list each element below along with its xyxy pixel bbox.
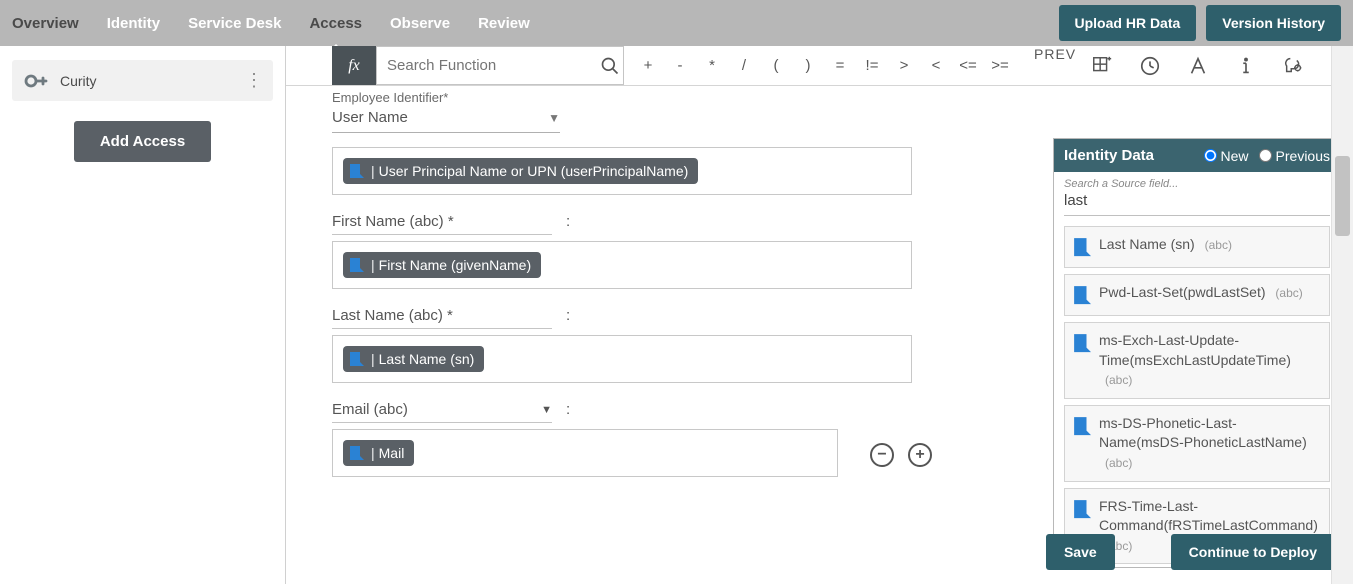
field-token-icon	[349, 351, 365, 367]
tab-observe[interactable]: Observe	[390, 3, 450, 44]
grid-plus-icon[interactable]	[1090, 54, 1114, 78]
panel-search-label: Search a Source field...	[1064, 178, 1330, 190]
scrollbar-thumb[interactable]	[1335, 156, 1350, 236]
email-token-text: Mail	[379, 445, 405, 461]
scrollbar[interactable]	[1331, 46, 1353, 584]
search-icon[interactable]	[596, 56, 623, 76]
source-field-item[interactable]: Last Name (sn) (abc)	[1064, 226, 1330, 268]
source-field-text: Last Name (sn) (abc)	[1099, 235, 1232, 255]
fx-label: fx	[332, 46, 376, 85]
upn-token-text: User Principal Name or UPN (userPrincipa…	[379, 163, 689, 179]
radio-new[interactable]: New	[1204, 148, 1249, 164]
sidebar-item-curity[interactable]: Curity ⋮	[12, 60, 273, 101]
search-function-input[interactable]	[377, 49, 596, 82]
nav-tabs: Overview Identity Service Desk Access Ob…	[12, 0, 530, 46]
remove-mapping-button[interactable]: −	[870, 443, 894, 467]
kebab-menu-icon[interactable]: ⋮	[245, 70, 263, 91]
op-minus[interactable]: -	[664, 57, 696, 74]
panel-title: Identity Data	[1064, 147, 1154, 164]
source-field-type: (abc)	[1205, 238, 1232, 252]
colon: :	[566, 307, 570, 324]
op-gte[interactable]: >=	[984, 57, 1016, 74]
source-field-item[interactable]: ms-Exch-Last-Update-Time(msExchLastUpdat…	[1064, 322, 1330, 399]
field-icon	[1073, 416, 1091, 438]
tab-service-desk[interactable]: Service Desk	[188, 3, 281, 44]
last-name-token[interactable]: | Last Name (sn)	[343, 346, 484, 372]
op-lte[interactable]: <=	[952, 57, 984, 74]
op-neq[interactable]: !=	[856, 57, 888, 74]
add-mapping-button[interactable]: +	[908, 443, 932, 467]
source-field-text: Pwd-Last-Set(pwdLastSet) (abc)	[1099, 283, 1303, 303]
email-expression-box[interactable]: | Mail	[332, 429, 838, 477]
first-name-token-text: First Name (givenName)	[379, 257, 531, 273]
text-a-icon[interactable]	[1186, 54, 1210, 78]
email-label[interactable]: Email (abc) ▼	[332, 401, 552, 423]
tab-access[interactable]: Access	[309, 3, 362, 44]
first-name-label: First Name (abc) *	[332, 213, 552, 235]
colon: :	[566, 213, 570, 230]
first-name-token[interactable]: | First Name (givenName)	[343, 252, 541, 278]
brain-gear-icon[interactable]	[1282, 54, 1306, 78]
op-rparen[interactable]: )	[792, 57, 824, 74]
add-access-button[interactable]: Add Access	[74, 121, 211, 162]
employee-identifier-select[interactable]: User Name ▼	[332, 105, 560, 133]
source-field-type: (abc)	[1105, 373, 1132, 387]
last-name-token-text: Last Name (sn)	[379, 351, 475, 367]
search-function-box[interactable]	[376, 46, 624, 85]
source-field-type: (abc)	[1275, 286, 1302, 300]
colon: :	[566, 401, 570, 418]
field-token-icon	[349, 257, 365, 273]
tab-identity[interactable]: Identity	[107, 3, 160, 44]
employee-identifier-value: User Name	[332, 109, 548, 126]
field-token-icon	[349, 163, 365, 179]
identity-data-panel: Identity Data New Previous Search a Sour…	[1053, 138, 1341, 568]
field-icon	[1073, 333, 1091, 355]
top-bar: Overview Identity Service Desk Access Ob…	[0, 0, 1353, 46]
op-eq[interactable]: =	[824, 57, 856, 74]
left-sidebar: Curity ⋮ Add Access	[0, 46, 286, 584]
source-field-item[interactable]: ms-DS-Phonetic-Last-Name(msDS-PhoneticLa…	[1064, 405, 1330, 482]
source-field-item[interactable]: Pwd-Last-Set(pwdLastSet) (abc)	[1064, 274, 1330, 316]
upn-token[interactable]: | User Principal Name or UPN (userPrinci…	[343, 158, 698, 184]
op-plus[interactable]: +	[632, 57, 664, 74]
upload-hr-data-button[interactable]: Upload HR Data	[1059, 5, 1197, 41]
chevron-down-icon: ▼	[548, 111, 560, 125]
op-gt[interactable]: >	[888, 57, 920, 74]
first-name-expression-box[interactable]: | First Name (givenName)	[332, 241, 912, 289]
field-icon	[1073, 499, 1091, 521]
op-mult[interactable]: *	[696, 57, 728, 74]
field-token-icon	[349, 445, 365, 461]
version-history-button[interactable]: Version History	[1206, 5, 1341, 41]
curity-logo-icon	[22, 72, 50, 90]
panel-search-input[interactable]: last	[1064, 190, 1330, 216]
tab-overview[interactable]: Overview	[12, 3, 79, 44]
tab-review[interactable]: Review	[478, 3, 530, 44]
operator-row: + - * / ( ) = != > < <= >=	[632, 46, 1016, 85]
source-field-text: ms-Exch-Last-Update-Time(msExchLastUpdat…	[1099, 331, 1321, 390]
email-token[interactable]: | Mail	[343, 440, 414, 466]
field-icon	[1073, 285, 1091, 307]
op-div[interactable]: /	[728, 57, 760, 74]
save-button[interactable]: Save	[1046, 534, 1115, 570]
field-icon	[1073, 237, 1091, 259]
source-field-type: (abc)	[1105, 456, 1132, 470]
clock-icon[interactable]	[1138, 54, 1162, 78]
main-content: fx + - * / ( ) = != > < <= >= PR	[286, 46, 1353, 584]
op-lt[interactable]: <	[920, 57, 952, 74]
upn-expression-box[interactable]: | User Principal Name or UPN (userPrinci…	[332, 147, 912, 195]
employee-identifier-label: Employee Identifier*	[332, 90, 932, 105]
continue-to-deploy-button[interactable]: Continue to Deploy	[1171, 534, 1335, 570]
op-lparen[interactable]: (	[760, 57, 792, 74]
info-icon[interactable]	[1234, 54, 1258, 78]
chevron-down-icon: ▼	[541, 404, 552, 416]
source-field-text: ms-DS-Phonetic-Last-Name(msDS-PhoneticLa…	[1099, 414, 1321, 473]
last-name-label: Last Name (abc) *	[332, 307, 552, 329]
last-name-expression-box[interactable]: | Last Name (sn)	[332, 335, 912, 383]
radio-previous[interactable]: Previous	[1259, 148, 1330, 164]
formula-bar: fx + - * / ( ) = != > < <= >= PR	[286, 46, 1353, 86]
sidebar-item-label: Curity	[60, 73, 97, 89]
prev-button[interactable]: PREV	[1034, 46, 1076, 85]
